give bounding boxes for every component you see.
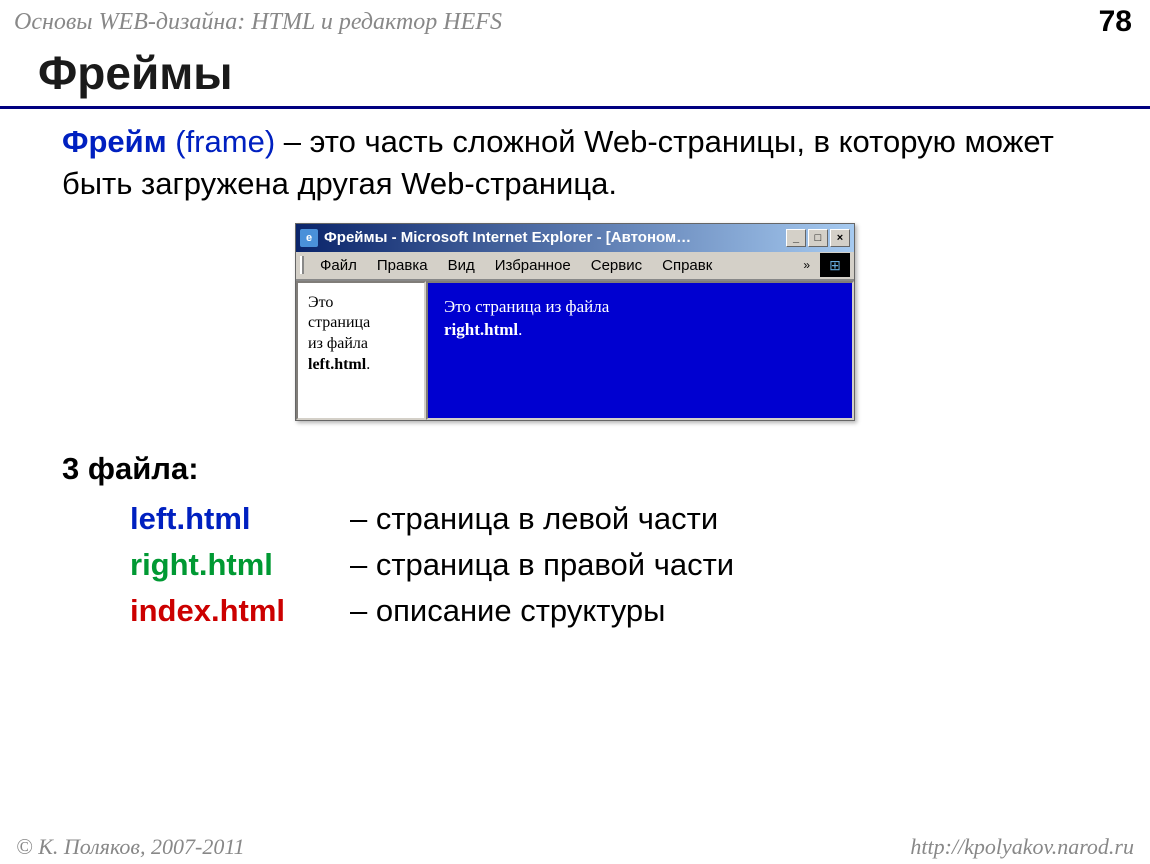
slide-footer: © К. Поляков, 2007-2011 http://kpolyakov… (0, 834, 1150, 860)
frame-right-filename: right.html (444, 320, 518, 339)
maximize-button[interactable]: □ (808, 229, 828, 247)
website-url: http://kpolyakov.narod.ru (910, 834, 1134, 860)
term: Фрейм (62, 124, 167, 159)
frame-left-text: Это (308, 294, 333, 311)
frame-left-filename: left.html (308, 356, 366, 373)
file-name: left.html (130, 501, 350, 537)
menu-help[interactable]: Справк (652, 255, 722, 276)
slide-header: Основы WEB-дизайна: HTML и редактор HEFS… (0, 0, 1150, 38)
page-number: 78 (1099, 5, 1132, 39)
file-name: right.html (130, 547, 350, 583)
frame-right: Это страница из файла right.html. (426, 281, 854, 420)
chevron-right-icon[interactable]: » (797, 258, 816, 272)
menu-file[interactable]: Файл (310, 255, 367, 276)
throbber-icon: ⊞ (820, 253, 850, 277)
file-description: – описание структуры (350, 593, 665, 629)
ie-icon: e (300, 229, 318, 247)
title-block: Фреймы (0, 38, 1150, 109)
header-subtitle: Основы WEB-дизайна: HTML и редактор HEFS (14, 9, 502, 36)
frame-left-text: из файла (308, 335, 368, 352)
frame-left: Это страница из файла left.html. (296, 281, 426, 420)
file-row: left.html– страница в левой части (0, 501, 1150, 537)
window-titlebar: e Фреймы - Microsoft Internet Explorer -… (296, 224, 854, 252)
menu-tools[interactable]: Сервис (581, 255, 652, 276)
menubar: Файл Правка Вид Избранное Сервис Справк … (296, 252, 854, 280)
minimize-button[interactable]: _ (786, 229, 806, 247)
file-row: right.html– страница в правой части (0, 547, 1150, 583)
grip-icon (300, 256, 304, 274)
file-description: – страница в правой части (350, 547, 734, 583)
menu-edit[interactable]: Правка (367, 255, 438, 276)
frame-right-text: Это страница из файла (444, 297, 609, 316)
menu-favorites[interactable]: Избранное (485, 255, 581, 276)
page-title: Фреймы (38, 46, 1150, 100)
term-paren: (frame) (175, 124, 275, 159)
close-button[interactable]: × (830, 229, 850, 247)
copyright: © К. Поляков, 2007-2011 (16, 834, 245, 860)
files-list: left.html– страница в левой частиright.h… (0, 501, 1150, 629)
files-heading: 3 файла: (0, 451, 1150, 487)
definition-paragraph: Фрейм (frame) – это часть сложной Web-ст… (0, 115, 1150, 223)
frame-left-text: страница (308, 314, 370, 331)
file-description: – страница в левой части (350, 501, 718, 537)
menu-view[interactable]: Вид (438, 255, 485, 276)
file-name: index.html (130, 593, 350, 629)
file-row: index.html– описание структуры (0, 593, 1150, 629)
browser-window: e Фреймы - Microsoft Internet Explorer -… (295, 223, 855, 421)
browser-content: Это страница из файла left.html. Это стр… (296, 280, 854, 420)
window-title: Фреймы - Microsoft Internet Explorer - [… (324, 229, 691, 246)
